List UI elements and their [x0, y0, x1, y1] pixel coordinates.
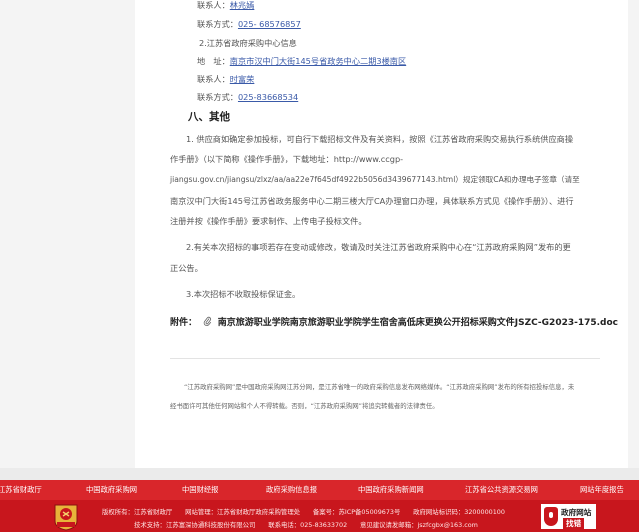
party-gov-emblem-icon[interactable]: [52, 503, 80, 531]
para1-line2: 作手册》（以下简称《操作手册》，下载地址：http://www.ccgp-: [170, 154, 404, 164]
para3: 3.本次招标不收取投标保证金。: [186, 289, 301, 299]
nav-link-finance-news[interactable]: 中国财经报: [182, 485, 218, 495]
address-value[interactable]: 南京市汉中门大街145号省政务中心二期3楼南区: [230, 56, 406, 66]
badge-bottom-text: 找错: [563, 518, 585, 529]
divider: [170, 358, 600, 359]
nav-link-public-resources[interactable]: 江苏省公共资源交易网: [465, 485, 538, 495]
left-margin: [0, 0, 135, 468]
contact1-row: 联系人：林兆嫣: [197, 0, 254, 11]
attachment-row: 附件： 南京旅游职业学院南京旅游职业学院学生宿舍高低床更换公开招标采购文件JSZ…: [170, 315, 618, 328]
right-margin: [628, 0, 639, 468]
attachment-label: 附件：: [170, 318, 198, 328]
attachment-file-link[interactable]: 南京旅游职业学院南京旅游职业学院学生宿舍高低床更换公开招标采购文件JSZC-G2…: [218, 318, 618, 328]
contact1-phone-label: 联系方式：: [197, 19, 238, 29]
contact2-row: 联系人：时富荣: [197, 73, 254, 85]
para1-line1: 1. 供应商如确定参加投标，可自行下载招标文件及有关资料，按照《江苏省政府采购交…: [186, 134, 574, 144]
contact2-phone-row: 联系方式：025-83668534: [197, 91, 298, 103]
footer-nav: 江苏省财政厅 中国政府采购网 中国财经报 政府采购信息报 中国政府采购新闻网 江…: [0, 480, 639, 500]
note-line1: “江苏政府采购网”是中国政府采购网江苏分网，是江苏省唯一的政府采购信息发布网络媒…: [184, 383, 575, 391]
badge-logo-icon: [544, 507, 558, 526]
footer-line2: 技术支持：江苏富深协通科技股份有限公司 联系电话：025-83633702 意见…: [134, 521, 478, 529]
contact1-name[interactable]: 林兆嫣: [230, 0, 255, 10]
site-error-report-badge[interactable]: 政府网站 找错: [540, 503, 597, 530]
address-row: 地 址：南京市汉中门大街145号省政务中心二期3楼南区: [197, 55, 406, 67]
para2-line2: 正公告。: [170, 263, 203, 273]
contact2-label: 联系人：: [197, 74, 230, 84]
footer-line1: 版权所有：江苏省财政厅 网站管理：江苏省财政厅政府采购管理处 备案号：苏ICP备…: [102, 508, 505, 516]
contact2-phone-label: 联系方式：: [197, 92, 238, 102]
para1-line5: 注册并按《操作手册》要求制作、上传电子投标文件。: [170, 216, 367, 226]
center-info-title: 2.江苏省政府采购中心信息: [199, 38, 297, 48]
section-heading-other: 八、其他: [188, 111, 230, 123]
address-label: 地 址：: [197, 56, 230, 66]
copyright-note: “江苏政府采购网”是中国政府采购网江苏分网，是江苏省唯一的政府采购信息发布网络媒…: [170, 378, 600, 416]
nav-link-procurement-news[interactable]: 中国政府采购新闻网: [358, 485, 424, 495]
contact1-phone[interactable]: 025- 68576857: [238, 19, 301, 29]
nav-link-procurement-info[interactable]: 政府采购信息报: [266, 485, 317, 495]
nav-link-ccgp[interactable]: 中国政府采购网: [86, 485, 137, 495]
para1-line3: jiangsu.gov.cn/jiangsu/zlxz/aa/aa22e7f64…: [170, 175, 580, 184]
badge-top-text: 政府网站: [561, 508, 592, 517]
para2-line1: 2.有关本次招标的事项若存在变动或修改，敬请及时关注江苏省政府采购中心在“江苏政…: [186, 242, 571, 252]
nav-link-finance-dept[interactable]: 江苏省财政厅: [0, 485, 42, 495]
contact1-phone-row: 联系方式：025- 68576857: [197, 18, 301, 30]
note-line2: 经书面许可其他任何网站和个人不得转载。否则，“江苏政府采购网”将追究转载者的法律…: [170, 402, 439, 410]
paperclip-icon: [203, 316, 215, 328]
contact2-name[interactable]: 时富荣: [230, 74, 255, 84]
para1-line4: 南京汉中门大街145号江苏省政务服务中心二期三楼大厅CA办理窗口办理，具体联系方…: [170, 196, 574, 206]
nav-link-annual-report[interactable]: 网站年度报告: [580, 485, 624, 495]
contact2-phone[interactable]: 025-83668534: [238, 92, 298, 102]
contact1-label: 联系人：: [197, 0, 230, 10]
